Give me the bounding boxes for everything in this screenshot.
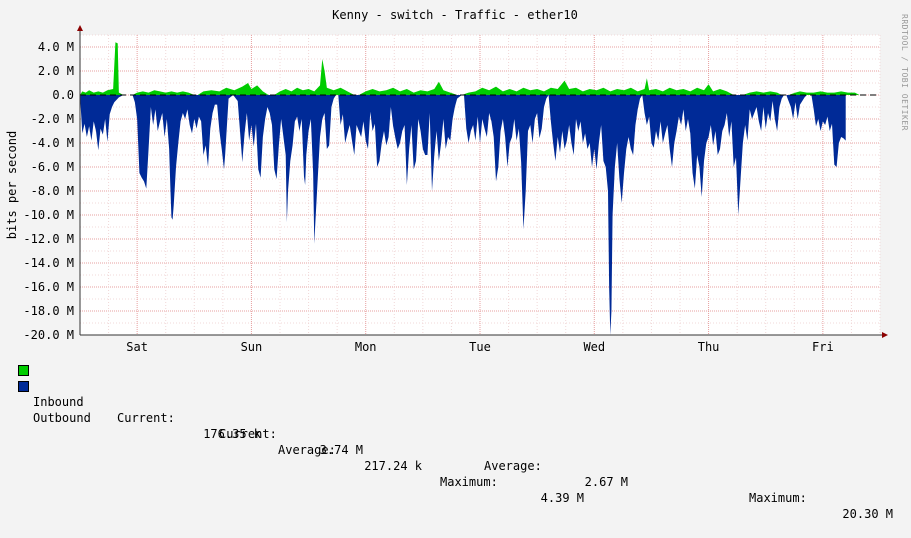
outbound-name: Outbound bbox=[33, 411, 91, 425]
inbound-average: 217.24 k bbox=[364, 459, 422, 473]
outbound-maximum-label: Maximum: bbox=[749, 491, 807, 505]
y-tick-label: 2.0 M bbox=[38, 64, 74, 78]
x-tick-label: Wed bbox=[583, 340, 605, 354]
inbound-maximum: 4.39 M bbox=[540, 491, 584, 505]
inbound-maximum-label: Maximum: bbox=[440, 475, 498, 489]
inbound-swatch bbox=[18, 365, 29, 376]
y-tick-label: 4.0 M bbox=[38, 40, 74, 54]
y-tick-label: -6.0 M bbox=[31, 160, 74, 174]
outbound-current-label: Current: bbox=[219, 427, 277, 441]
outbound-swatch bbox=[18, 381, 29, 392]
graph-frame: Kenny - switch - Traffic - ether10 bits … bbox=[0, 0, 911, 521]
legend: Inbound Current: 176.35 k Average: 217.2… bbox=[0, 360, 911, 521]
y-tick-label: -10.0 M bbox=[23, 208, 74, 222]
outbound-average-label: Average: bbox=[484, 459, 542, 473]
x-tick-label: Fri bbox=[812, 340, 834, 354]
legend-row-inbound: Inbound Current: 176.35 k Average: 217.2… bbox=[0, 362, 911, 505]
y-axis-label: bits per second bbox=[5, 131, 19, 239]
traffic-chart: Kenny - switch - Traffic - ether10 bits … bbox=[0, 0, 911, 360]
outbound-average: 2.67 M bbox=[584, 475, 628, 489]
outbound-current: 3.74 M bbox=[319, 443, 363, 457]
x-tick-label: Sat bbox=[126, 340, 148, 354]
rrdtool-credit: RRDTOOL / TOBI OETIKER bbox=[900, 14, 909, 131]
y-tick-label: -8.0 M bbox=[31, 184, 74, 198]
legend-row-outbound: Outbound Current: 3.74 M Average: 2.67 M… bbox=[0, 378, 911, 521]
y-tick-label: -20.0 M bbox=[23, 328, 74, 342]
y-tick-label: -18.0 M bbox=[23, 304, 74, 318]
x-tick-label: Mon bbox=[355, 340, 377, 354]
x-tick-label: Tue bbox=[469, 340, 491, 354]
x-tick-label: Sun bbox=[241, 340, 263, 354]
y-tick-label: 0.0 bbox=[52, 88, 74, 102]
outbound-maximum: 20.30 M bbox=[842, 507, 893, 521]
y-tick-label: -12.0 M bbox=[23, 232, 74, 246]
y-tick-label: -4.0 M bbox=[31, 136, 74, 150]
inbound-current-label: Current: bbox=[117, 411, 175, 425]
y-tick-label: -2.0 M bbox=[31, 112, 74, 126]
y-tick-label: -14.0 M bbox=[23, 256, 74, 270]
x-tick-label: Thu bbox=[698, 340, 720, 354]
chart-title: Kenny - switch - Traffic - ether10 bbox=[332, 8, 578, 22]
y-tick-label: -16.0 M bbox=[23, 280, 74, 294]
